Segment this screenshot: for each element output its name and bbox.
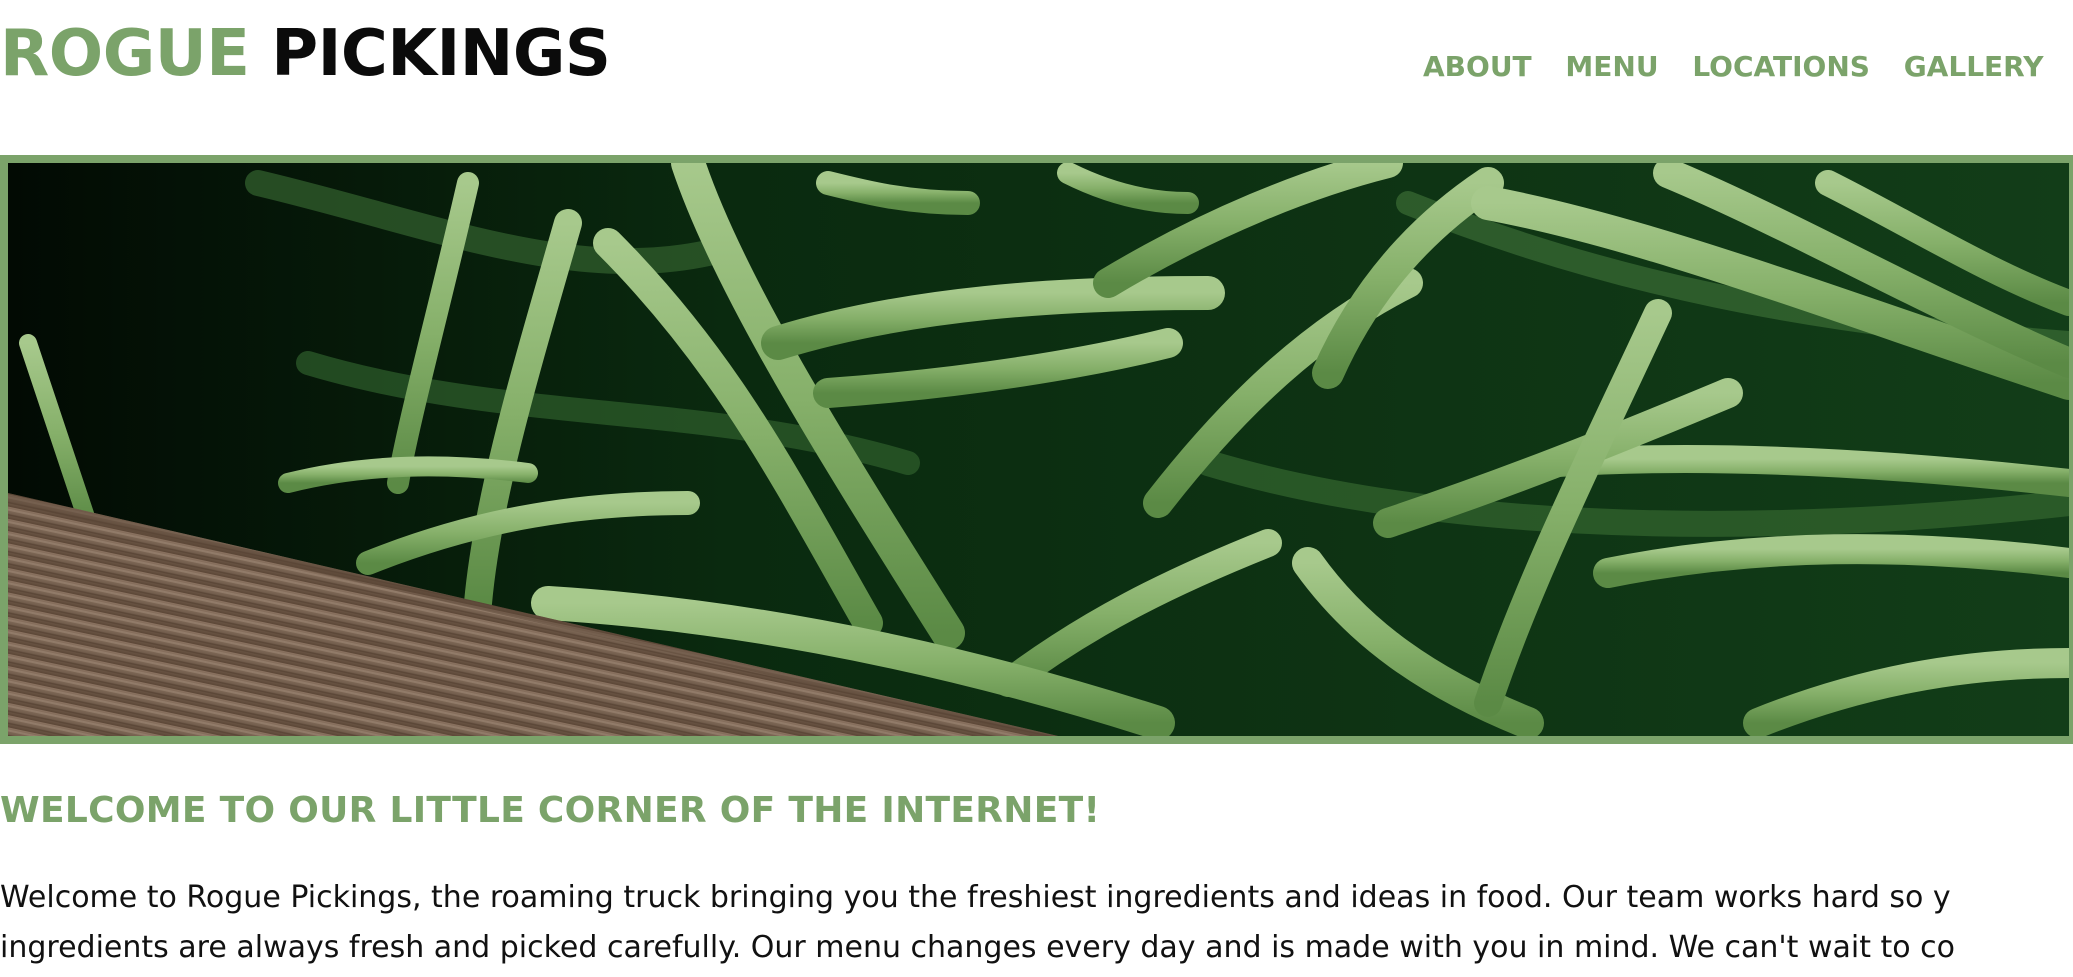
hero-image [0,155,2073,744]
green-beans-photo [8,163,2069,736]
welcome-heading: WELCOME TO OUR LITTLE CORNER OF THE INTE… [0,790,1101,831]
page: ROGUE PICKINGS ABOUT MENU LOCATIONS GALL… [0,0,2073,977]
nav-item-gallery[interactable]: GALLERY [1904,50,2044,83]
nav-item-about[interactable]: ABOUT [1423,50,1532,83]
main-nav: ABOUT MENU LOCATIONS GALLERY RE [1423,50,2073,83]
nav-item-locations[interactable]: LOCATIONS [1692,50,1870,83]
intro-line-2: ingredients are always fresh and picked … [0,930,1956,965]
brand-logo[interactable]: ROGUE PICKINGS [0,22,611,86]
brand-word-pickings: PICKINGS [271,17,611,91]
intro-line-1: Welcome to Rogue Pickings, the roaming t… [0,880,1951,915]
nav-item-menu[interactable]: MENU [1565,50,1658,83]
intro-paragraph: Welcome to Rogue Pickings, the roaming t… [0,873,2073,973]
brand-word-rogue: ROGUE [0,17,250,91]
site-header: ROGUE PICKINGS ABOUT MENU LOCATIONS GALL… [0,0,2073,155]
